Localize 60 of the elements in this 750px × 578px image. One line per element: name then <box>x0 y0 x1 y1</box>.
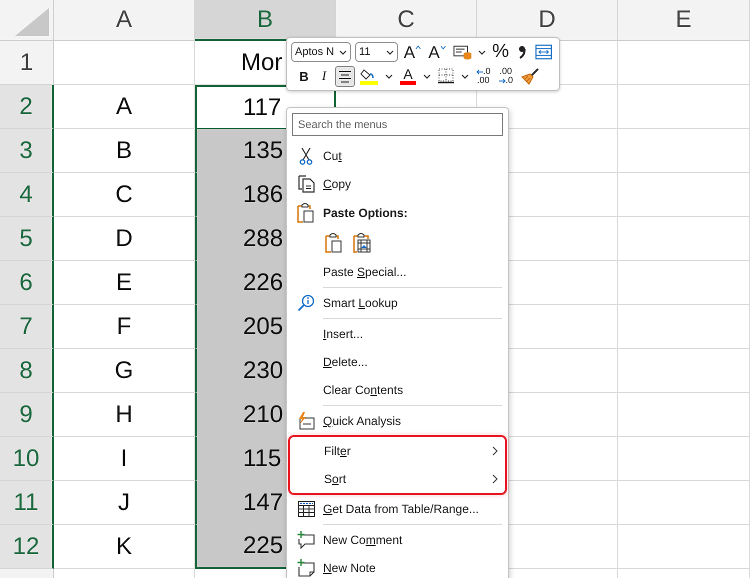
lightning-icon <box>297 412 315 430</box>
menu-search-field[interactable]: Search the menus <box>292 113 503 136</box>
decrease-decimal-button[interactable]: .0 .00 <box>473 66 494 86</box>
row-header[interactable]: 2 <box>0 85 54 129</box>
increase-decimal-button[interactable]: .00 .0 <box>496 66 516 86</box>
chevron-down-icon <box>423 74 431 78</box>
comment-icon <box>297 531 315 549</box>
font-name-field[interactable]: Aptos N <box>291 42 352 62</box>
percent-style-button[interactable]: % <box>489 42 512 62</box>
chevron-right-icon <box>492 474 498 484</box>
comma-icon <box>518 45 526 59</box>
column-header[interactable]: A <box>54 0 195 41</box>
font-color-button[interactable]: A <box>397 66 419 86</box>
row-header[interactable]: 1 <box>0 41 54 85</box>
grow-font-button[interactable]: A <box>400 42 424 62</box>
row-header[interactable]: 9 <box>0 393 54 437</box>
chevron-right-icon <box>492 446 498 456</box>
row-header[interactable]: 11 <box>0 481 54 525</box>
row-header[interactable]: 5 <box>0 217 54 261</box>
paintbrush-icon <box>521 68 540 84</box>
shrink-font-button[interactable]: A <box>425 42 450 62</box>
row-header[interactable]: 12 <box>0 525 54 569</box>
cell-styles-icon <box>453 44 472 60</box>
chevron-down-icon <box>386 50 394 54</box>
chevron-down-icon <box>461 74 469 78</box>
table-icon <box>298 501 314 517</box>
row-header[interactable]: 10 <box>0 437 54 481</box>
column-header[interactable]: E <box>618 0 750 41</box>
arrow-left-icon <box>476 68 483 74</box>
row-header[interactable]: 4 <box>0 173 54 217</box>
borders-icon <box>438 68 454 84</box>
chevron-down-icon <box>339 50 348 54</box>
font-size-field[interactable]: 11 <box>355 42 398 62</box>
chevron-down-icon <box>385 74 393 78</box>
merge-icon <box>534 44 552 60</box>
scissors-icon <box>299 147 313 165</box>
column-header[interactable]: B <box>195 0 336 41</box>
caret-icon <box>440 44 446 50</box>
table-cell: A <box>54 85 195 129</box>
row-header[interactable]: 8 <box>0 349 54 393</box>
note-icon <box>297 559 315 577</box>
row-header[interactable]: 7 <box>0 305 54 349</box>
arrow-right-icon <box>498 78 506 84</box>
column-header[interactable]: D <box>477 0 618 41</box>
italic-button[interactable]: I <box>315 66 333 86</box>
search-icon <box>297 294 315 312</box>
clipboard-icon <box>325 233 343 253</box>
copy-icon <box>298 175 314 193</box>
row-header[interactable]: 3 <box>0 129 54 173</box>
row-header[interactable]: 6 <box>0 261 54 305</box>
caret-icon <box>415 44 422 50</box>
chevron-down-icon <box>478 50 486 54</box>
paint-bucket-icon <box>360 68 378 84</box>
bold-button[interactable]: B <box>295 66 313 86</box>
clipboard-icon <box>297 203 315 223</box>
align-center-icon <box>338 70 352 82</box>
borders-button[interactable] <box>435 66 457 86</box>
paste-option-button[interactable] <box>351 233 373 253</box>
clipboard-picture-icon <box>353 233 371 253</box>
center-align-button[interactable] <box>335 66 355 86</box>
